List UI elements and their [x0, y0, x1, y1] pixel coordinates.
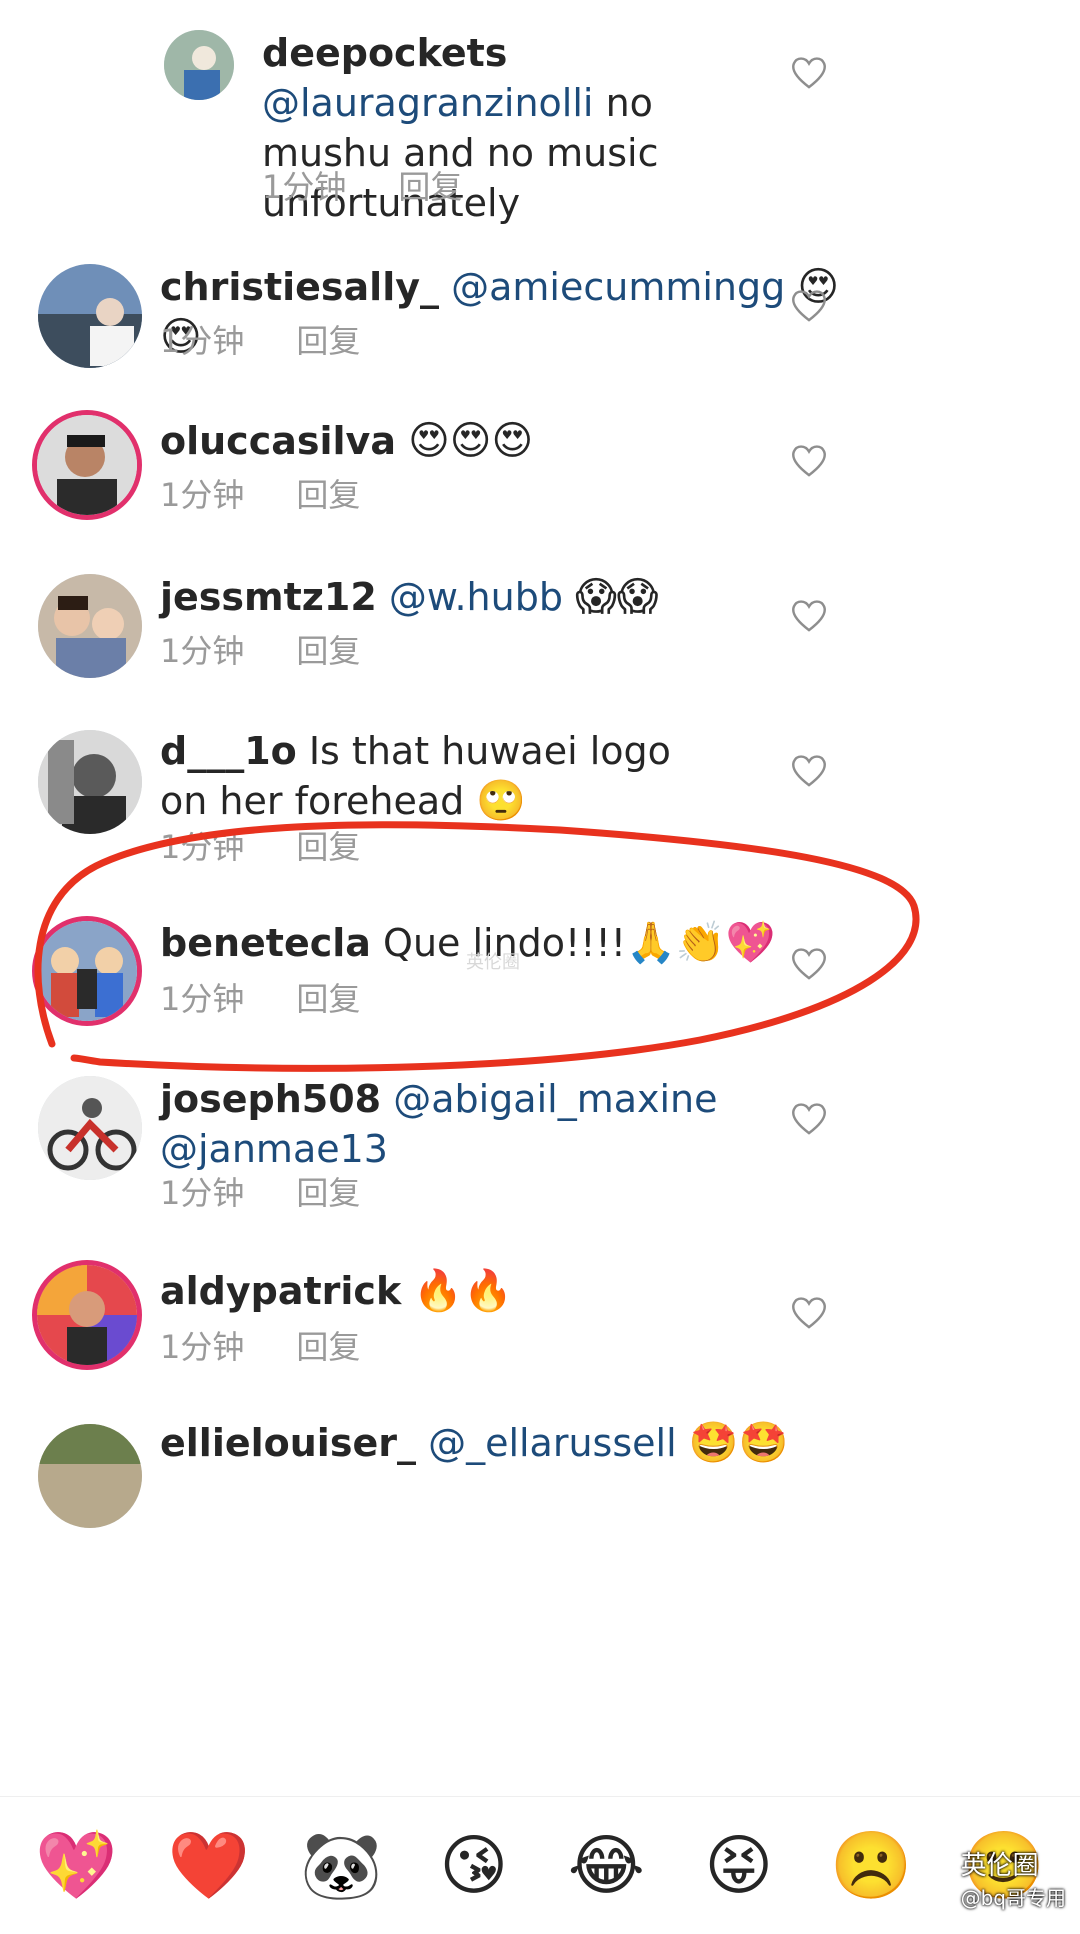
avatar[interactable]: [38, 1076, 142, 1180]
like-heart-icon[interactable]: [790, 443, 828, 477]
comment-username[interactable]: oluccasilva: [160, 419, 396, 463]
comment-meta: 1分钟 回复: [160, 822, 360, 868]
like-heart-icon[interactable]: [790, 753, 828, 787]
watermark-text: 英伦圈: [960, 1851, 1039, 1881]
comment-text: oluccasilva 😍😍😍: [160, 416, 860, 466]
avatar[interactable]: [38, 264, 142, 368]
comment-username[interactable]: jessmtz12: [160, 575, 377, 619]
reply-button[interactable]: 回复: [296, 1322, 360, 1368]
comment-emoji: 😱😱: [575, 574, 659, 620]
reply-button[interactable]: 回复: [296, 822, 360, 868]
comment-username[interactable]: joseph508: [160, 1077, 381, 1121]
tongue-emoji-button[interactable]: 😝: [697, 1824, 781, 1908]
comment-time: 1分钟: [160, 828, 245, 866]
watermark-handle: @bq哥专用: [960, 1886, 1066, 1910]
reply-button[interactable]: 回复: [296, 470, 360, 516]
comment-emoji: 🔥🔥: [413, 1268, 513, 1314]
comment-emoji: 🙄: [476, 778, 527, 824]
like-heart-icon[interactable]: [790, 946, 828, 980]
kiss-emoji-button[interactable]: 😘: [432, 1824, 516, 1908]
comment-emoji: 🙏👏💖: [626, 920, 776, 966]
comment-time: 1分钟: [160, 322, 245, 360]
reply-button[interactable]: 回复: [398, 162, 462, 208]
comment-meta: 1分钟 回复: [160, 470, 360, 516]
comment-text: joseph508 @abigail_maxine @janmae13: [160, 1074, 720, 1174]
avatar[interactable]: [32, 1260, 142, 1370]
comment-time: 1分钟: [160, 632, 245, 670]
comment-emoji: 🤩🤩: [688, 1420, 789, 1466]
comment-mention[interactable]: @amiecummingg: [451, 265, 785, 309]
corner-watermark: 英伦圈 @bq哥专用: [961, 1845, 1066, 1912]
frown-emoji-button[interactable]: ☹️: [829, 1824, 913, 1908]
comment-meta: 1分钟 回复: [160, 974, 360, 1020]
comment-username[interactable]: d___1o: [160, 729, 297, 773]
comment-text: aldypatrick 🔥🔥: [160, 1266, 860, 1316]
avatar[interactable]: [38, 1424, 142, 1528]
comment-username[interactable]: christiesally_: [160, 265, 439, 309]
reply-button[interactable]: 回复: [296, 316, 360, 362]
comment-text: jessmtz12 @w.hubb 😱😱: [160, 572, 860, 622]
comment-time: 1分钟: [160, 1174, 245, 1212]
reply-button[interactable]: 回复: [296, 626, 360, 672]
avatar[interactable]: [32, 410, 142, 520]
comment-time: 1分钟: [262, 168, 347, 206]
red-heart-emoji-button[interactable]: ❤️: [167, 1824, 251, 1908]
comment-username[interactable]: ellielouiser_: [160, 1421, 416, 1465]
avatar[interactable]: [164, 30, 234, 100]
comment-mention[interactable]: @lauragranzinolli: [262, 81, 593, 125]
comment-meta: 1分钟 回复: [160, 626, 360, 672]
like-heart-icon[interactable]: [790, 598, 828, 632]
comment-meta: 1分钟 回复: [262, 162, 462, 208]
comment-text: ellielouiser_ @_ellarussell 🤩🤩: [160, 1418, 860, 1468]
emoji-reaction-bar: 💖 ❤️ 🐼 😘 😂 😝 ☹️ 🙂 英伦圈 @bq哥专用: [0, 1796, 1080, 1934]
comment-text: d___1o Is that huwaei logo on her forehe…: [160, 726, 700, 826]
inline-watermark: 英伦圈: [466, 952, 520, 973]
comment-time: 1分钟: [160, 476, 245, 514]
comment-time: 1分钟: [160, 1328, 245, 1366]
comment-username[interactable]: deepockets: [262, 31, 507, 75]
avatar[interactable]: [38, 730, 142, 834]
like-heart-icon[interactable]: [790, 1101, 828, 1135]
comment-meta: 1分钟 回复: [160, 316, 360, 362]
comment-meta: 1分钟 回复: [160, 1322, 360, 1368]
panda-emoji-button[interactable]: 🐼: [299, 1824, 383, 1908]
comment-mention[interactable]: @w.hubb: [389, 575, 563, 619]
like-heart-icon[interactable]: [790, 1295, 828, 1329]
reply-button[interactable]: 回复: [296, 1168, 360, 1214]
like-heart-icon[interactable]: [790, 55, 828, 89]
comment-username[interactable]: benetecla: [160, 921, 371, 965]
laugh-emoji-button[interactable]: 😂: [564, 1824, 648, 1908]
avatar[interactable]: [32, 916, 142, 1026]
like-heart-icon[interactable]: [790, 288, 828, 322]
sparkling-heart-emoji-button[interactable]: 💖: [34, 1824, 118, 1908]
comment-time: 1分钟: [160, 980, 245, 1018]
comment-emoji: 😍😍😍: [408, 418, 534, 464]
comment-username[interactable]: aldypatrick: [160, 1269, 401, 1313]
reply-button[interactable]: 回复: [296, 974, 360, 1020]
comment-meta: 1分钟 回复: [160, 1168, 360, 1214]
comment-mention[interactable]: @_ellarussell: [428, 1421, 677, 1465]
avatar[interactable]: [38, 574, 142, 678]
